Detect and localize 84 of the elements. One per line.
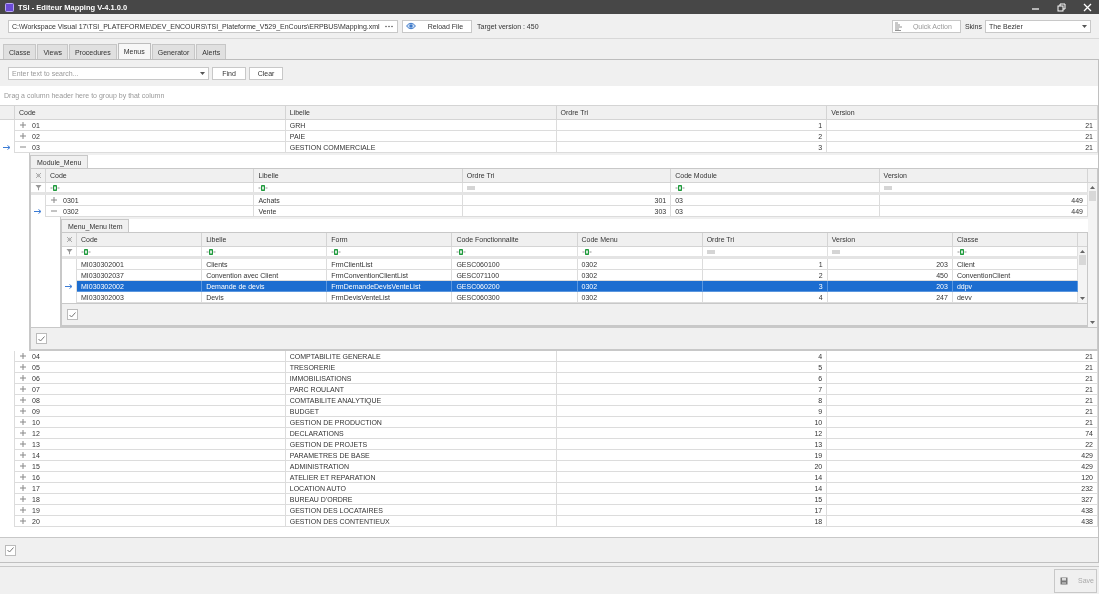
scroll-down-icon xyxy=(1080,297,1085,300)
filter-toggle-button[interactable] xyxy=(67,309,78,320)
expand-button[interactable] xyxy=(20,419,26,425)
caret-icon xyxy=(1082,24,1087,28)
plus-icon xyxy=(20,408,26,414)
expand-button[interactable] xyxy=(20,364,26,370)
plus-icon xyxy=(51,197,57,203)
plus-icon xyxy=(20,122,26,128)
plus-icon xyxy=(20,133,26,139)
equals-icon xyxy=(883,185,892,190)
browse-button[interactable] xyxy=(383,24,394,28)
minus-icon xyxy=(20,144,26,150)
text-filter-icon xyxy=(331,248,342,255)
expand-button[interactable] xyxy=(20,386,26,392)
plus-icon xyxy=(20,441,26,447)
plus-icon xyxy=(20,430,26,436)
scroll-thumb[interactable] xyxy=(1089,191,1096,201)
plus-icon xyxy=(20,485,26,491)
expand-button[interactable] xyxy=(20,430,26,436)
expand-button[interactable] xyxy=(20,463,26,469)
column-chooser-icon[interactable] xyxy=(34,172,42,179)
arrow-icon xyxy=(65,284,73,289)
expand-button[interactable] xyxy=(51,197,57,203)
scroll-down-icon xyxy=(1090,321,1095,324)
check-icon xyxy=(69,311,76,318)
text-filter-icon xyxy=(456,248,467,255)
text-filter-icon xyxy=(50,184,60,191)
text-filter-icon xyxy=(581,248,592,255)
text-filter-icon xyxy=(81,248,91,255)
check-icon xyxy=(38,335,45,342)
equals-icon xyxy=(466,185,475,190)
ellipsis-icon xyxy=(384,24,393,28)
collapse-button[interactable] xyxy=(20,144,26,150)
arrow-icon xyxy=(3,145,11,150)
expand-button[interactable] xyxy=(20,375,26,381)
plus-icon xyxy=(20,507,26,513)
expand-button[interactable] xyxy=(20,507,26,513)
expand-button[interactable] xyxy=(20,397,26,403)
text-filter-icon xyxy=(956,248,967,255)
text-filter-icon xyxy=(258,184,269,191)
column-chooser-icon[interactable] xyxy=(65,236,73,243)
collapse-button[interactable] xyxy=(51,208,57,214)
eye-icon xyxy=(405,22,416,30)
expand-button[interactable] xyxy=(20,496,26,502)
scroll-up-icon xyxy=(1080,250,1085,253)
plus-icon xyxy=(20,397,26,403)
expand-button[interactable] xyxy=(20,441,26,447)
arrow-icon xyxy=(34,209,42,214)
plus-icon xyxy=(20,353,26,359)
expand-button[interactable] xyxy=(20,133,26,139)
expand-button[interactable] xyxy=(20,408,26,414)
plus-icon xyxy=(20,474,26,480)
plus-icon xyxy=(20,452,26,458)
plus-icon xyxy=(20,496,26,502)
expand-button[interactable] xyxy=(20,518,26,524)
plus-icon xyxy=(20,463,26,469)
lines-icon xyxy=(894,21,904,31)
expand-button[interactable] xyxy=(20,353,26,359)
scroll-up-icon xyxy=(1090,186,1095,189)
caret-icon[interactable] xyxy=(200,71,205,75)
plus-icon xyxy=(20,419,26,425)
filter-toggle-button[interactable] xyxy=(5,544,16,556)
equals-icon xyxy=(831,249,840,254)
expand-button[interactable] xyxy=(20,474,26,480)
scrollbar[interactable] xyxy=(1078,247,1087,303)
text-filter-icon xyxy=(206,248,217,255)
scrollbar[interactable] xyxy=(1088,183,1097,327)
close-icon[interactable] xyxy=(1083,2,1092,12)
expand-button[interactable] xyxy=(20,485,26,491)
plus-icon xyxy=(20,364,26,370)
restore-icon[interactable] xyxy=(1057,2,1066,12)
check-icon xyxy=(7,547,14,553)
filter-toggle-button[interactable] xyxy=(36,333,47,344)
plus-icon xyxy=(20,386,26,392)
scroll-thumb[interactable] xyxy=(1079,255,1086,265)
app-icon xyxy=(5,2,14,12)
equals-icon xyxy=(706,249,715,254)
text-filter-icon xyxy=(675,184,686,191)
plus-icon xyxy=(20,375,26,381)
expand-button[interactable] xyxy=(20,452,26,458)
minus-icon xyxy=(51,208,57,214)
floppy-icon xyxy=(1060,576,1068,585)
plus-icon xyxy=(20,518,26,524)
expand-button[interactable] xyxy=(20,122,26,128)
